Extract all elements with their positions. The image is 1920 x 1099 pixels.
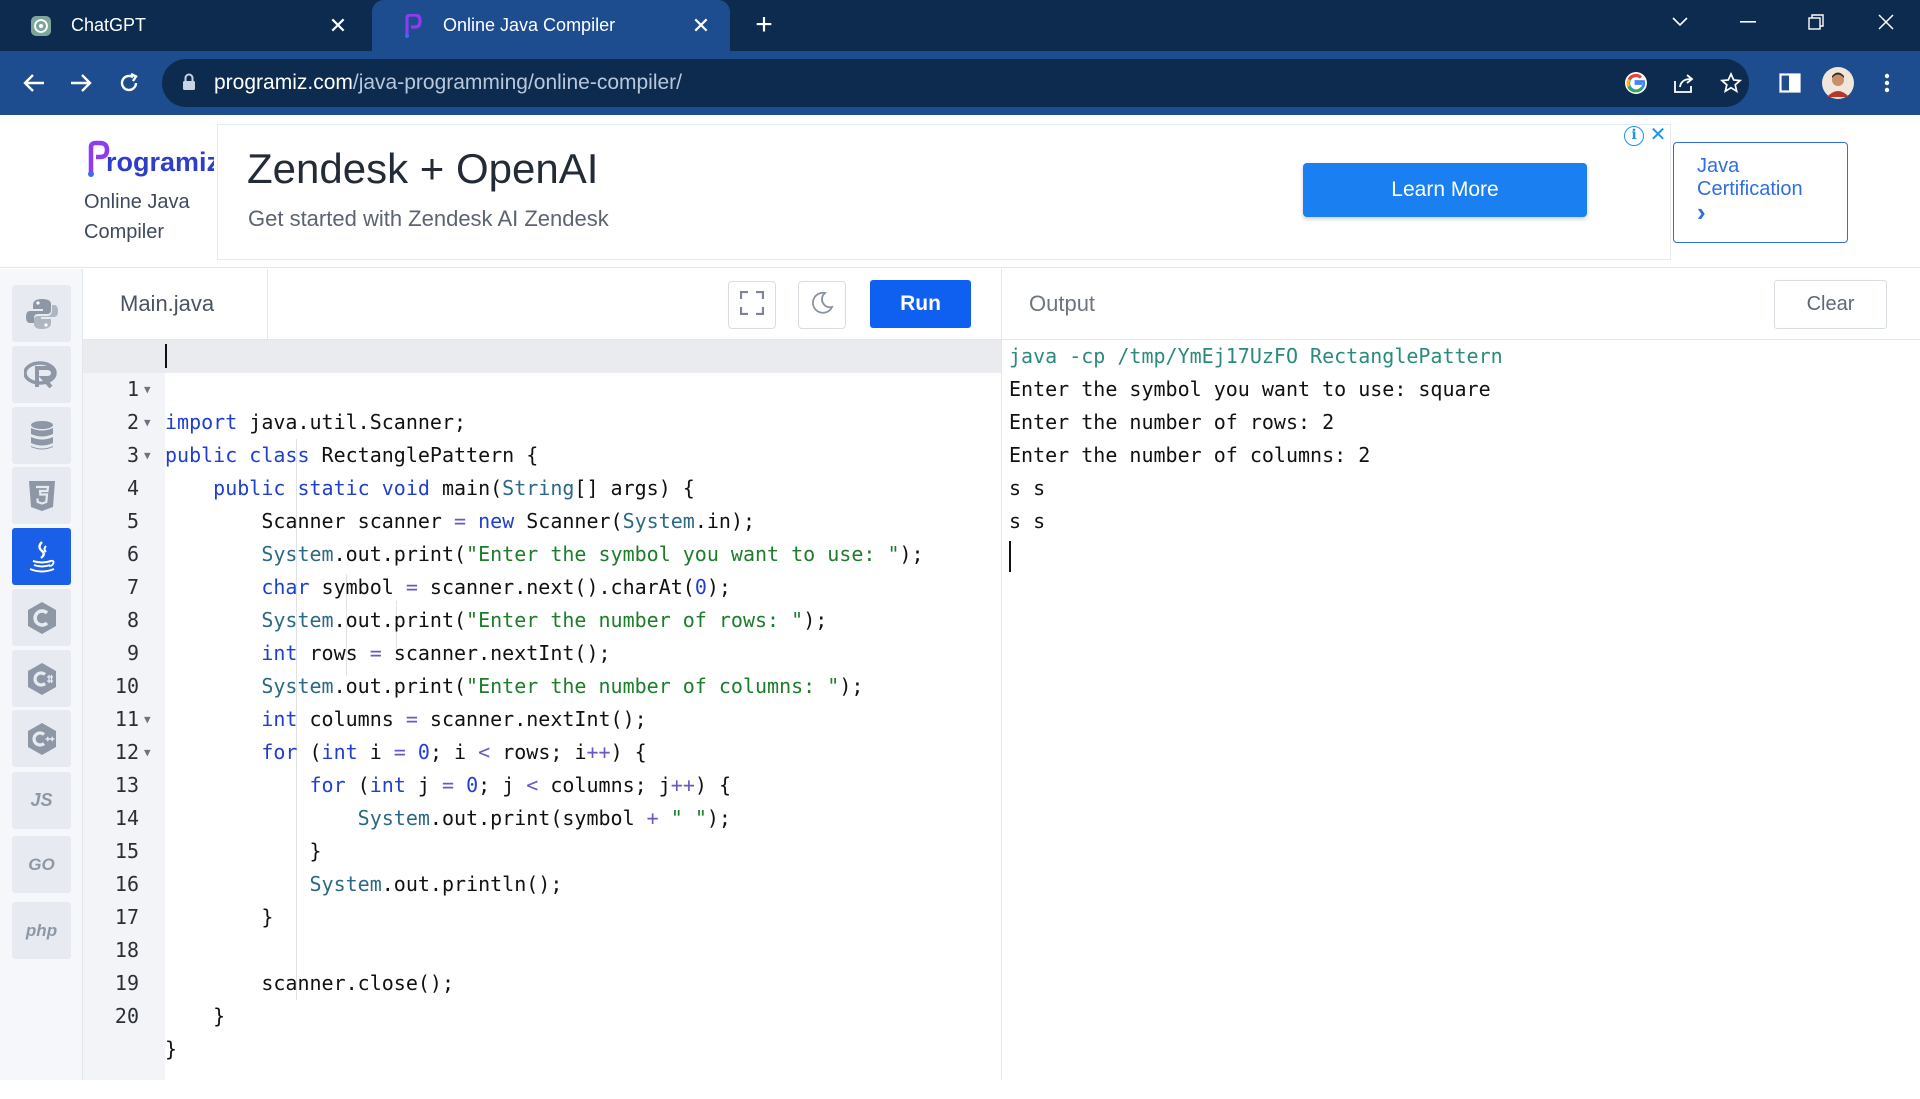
cpp-icon[interactable] — [12, 710, 71, 767]
browser-toolbar: programiz.com/java-programming/online-co… — [0, 51, 1920, 115]
advertisement-banner[interactable]: Zendesk + OpenAI Get started with Zendes… — [217, 124, 1671, 260]
code-line[interactable]: 7 System.out.print("Enter the number of … — [83, 538, 1001, 632]
code-line[interactable]: 13 System.out.print(symbol + " "); — [83, 736, 1001, 830]
go-icon[interactable]: GO — [12, 836, 71, 893]
site-header: rogramiz Online Java Compiler Zendesk + … — [0, 115, 1920, 268]
back-icon[interactable] — [14, 63, 54, 103]
profile-avatar[interactable] — [1820, 65, 1856, 101]
url-domain: programiz.com — [214, 71, 353, 94]
line-number: 20 — [114, 1004, 139, 1028]
compiler-subtitle: Online Java Compiler — [84, 187, 190, 247]
python-icon[interactable] — [12, 285, 71, 342]
dark-mode-button[interactable] — [798, 281, 846, 329]
tab-chatgpt[interactable]: ChatGPT ✕ — [0, 0, 367, 51]
output-console[interactable]: java -cp /tmp/YmEj17UzFO RectanglePatter… — [1002, 340, 1920, 1080]
java-icon[interactable] — [12, 528, 71, 585]
chevron-right-icon: › — [1697, 197, 1706, 227]
output-line: Enter the number of rows: 2 — [1009, 410, 1335, 434]
code-line[interactable]: 19 } — [83, 934, 1001, 1028]
output-line: s s — [1009, 509, 1046, 533]
code-line[interactable]: 18 scanner.close(); — [83, 901, 1001, 995]
close-window-icon[interactable] — [1856, 0, 1916, 44]
clear-button[interactable]: Clear — [1774, 280, 1887, 329]
fullscreen-button[interactable] — [728, 281, 776, 329]
code-line[interactable]: 4 Scanner scanner = new Scanner(System.i… — [83, 439, 1001, 533]
sql-database-icon[interactable] — [12, 407, 71, 464]
subtitle-line-2: Compiler — [84, 221, 165, 243]
text-cursor — [165, 344, 167, 368]
tab-search-icon[interactable] — [1650, 0, 1710, 44]
restore-icon[interactable] — [1786, 0, 1846, 44]
close-tab-icon[interactable]: ✕ — [321, 9, 355, 43]
language-sidebar: JS GO php — [0, 269, 83, 1080]
php-icon[interactable]: php — [12, 902, 71, 959]
reload-icon[interactable] — [109, 63, 149, 103]
code-line[interactable]: 8 int rows = scanner.nextInt(); — [83, 571, 1001, 665]
run-button[interactable]: Run — [870, 280, 971, 328]
ad-info-icon[interactable]: i — [1624, 126, 1644, 146]
tab-title: ChatGPT — [71, 15, 147, 35]
output-title: Output — [1029, 291, 1096, 316]
output-header: Output Clear — [1002, 269, 1920, 340]
programiz-icon — [401, 13, 425, 38]
code-editor[interactable]: 1 ▼ import java.util.Scanner; 2 ▼ public c… — [83, 340, 1001, 1080]
google-icon[interactable] — [1622, 69, 1650, 97]
code-line[interactable]: 16 } — [83, 835, 1001, 929]
share-icon[interactable] — [1670, 69, 1698, 97]
c-language-icon[interactable] — [12, 589, 71, 646]
browser-menu-icon[interactable] — [1869, 65, 1905, 101]
forward-icon[interactable] — [61, 63, 101, 103]
output-command-line: java -cp /tmp/YmEj17UzFO RectanglePatter… — [1009, 344, 1503, 368]
code-line[interactable]: 10 int columns = scanner.nextInt(); — [83, 637, 1001, 731]
code-line[interactable]: 1 ▼ import java.util.Scanner; — [83, 340, 1001, 434]
r-language-icon[interactable] — [12, 346, 71, 403]
url-text[interactable]: programiz.com/java-programming/online-co… — [214, 71, 682, 95]
lock-icon[interactable] — [182, 73, 202, 93]
close-tab-icon[interactable]: ✕ — [684, 9, 718, 43]
html5-icon[interactable] — [12, 467, 71, 524]
code-line[interactable]: 6 char symbol = scanner.next().charAt(0)… — [83, 505, 1001, 599]
file-tab-main-java[interactable]: Main.java — [83, 269, 268, 340]
address-bar[interactable]: programiz.com/java-programming/online-co… — [162, 59, 1749, 107]
output-line: Enter the symbol you want to use: square — [1009, 377, 1491, 401]
code-line[interactable]: 14 } — [83, 769, 1001, 863]
cert-line-2: Certification — [1697, 178, 1803, 200]
cert-line-1: Java — [1697, 155, 1740, 177]
new-tab-button[interactable]: + — [747, 8, 781, 42]
chatgpt-icon — [29, 14, 53, 38]
ad-subtitle: Get started with Zendesk AI Zendesk — [248, 206, 609, 231]
ad-close-icon[interactable]: ✕ — [1648, 125, 1668, 146]
code-line[interactable]: 9 System.out.print("Enter the number of … — [83, 604, 1001, 698]
code-line[interactable]: 12 ▼ for (int j = 0; j < columns; j++) { — [83, 703, 1001, 797]
code-line[interactable]: 17 — [83, 868, 1001, 929]
bookmark-star-icon[interactable] — [1717, 69, 1745, 97]
subtitle-line-1: Online Java — [84, 191, 190, 213]
code-line[interactable]: 2 ▼ public class RectanglePattern { — [83, 373, 1001, 467]
code-line[interactable]: 5 System.out.print("Enter the symbol you… — [83, 472, 1001, 566]
programiz-logo[interactable]: rogramiz — [86, 139, 220, 179]
url-path: /java-programming/online-compiler/ — [352, 71, 683, 94]
code-line[interactable]: 11 ▼ for (int i = 0; i < rows; i++) { — [83, 670, 1001, 764]
code-line[interactable]: 15 System.out.println(); — [83, 802, 1001, 896]
tab-title: Online Java Compiler — [443, 15, 616, 35]
fullscreen-icon — [739, 290, 765, 320]
ad-title: Zendesk + OpenAI — [247, 145, 599, 192]
tab-online-java-compiler[interactable]: Online Java Compiler ✕ — [372, 0, 730, 51]
minimize-icon[interactable] — [1718, 0, 1778, 44]
code-line[interactable]: 20 } — [83, 967, 1001, 1061]
svg-text:rogramiz: rogramiz — [106, 147, 214, 177]
editor-header: Main.java Run — [83, 269, 1001, 340]
console-input-cursor — [1009, 541, 1011, 572]
side-panel-icon[interactable] — [1772, 65, 1808, 101]
output-line: s s — [1009, 476, 1046, 500]
csharp-icon[interactable] — [12, 650, 71, 707]
java-certification-link[interactable]: Java Certification › — [1673, 142, 1848, 243]
output-line: Enter the number of columns: 2 — [1009, 443, 1371, 467]
code-line[interactable]: 3 ▼ public static void main(String[] args… — [83, 406, 1001, 500]
moon-icon — [810, 291, 834, 320]
browser-tab-strip: ChatGPT ✕ Online Java Compiler ✕ + — [0, 0, 1920, 51]
javascript-icon[interactable]: JS — [12, 772, 71, 829]
learn-more-button[interactable]: Learn More — [1303, 163, 1587, 217]
